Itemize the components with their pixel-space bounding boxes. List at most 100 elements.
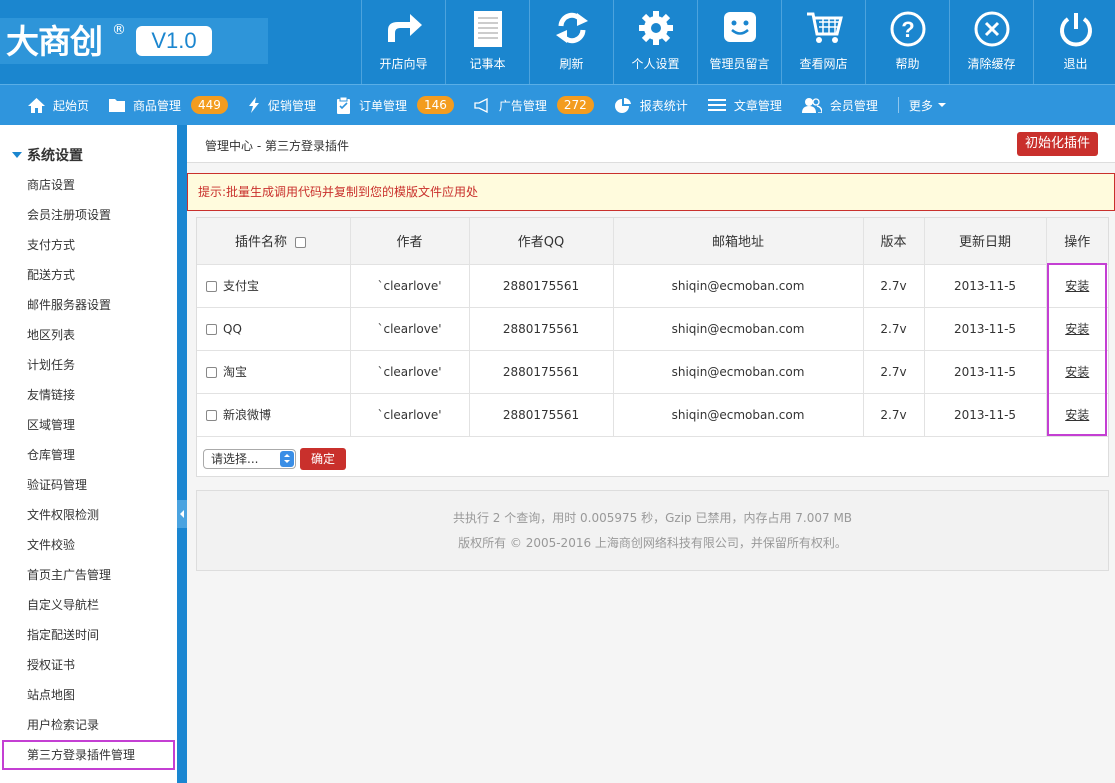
row-checkbox[interactable] <box>206 281 217 292</box>
toolbar-label: 帮助 <box>895 57 920 71</box>
sidebar-menu: 商店设置 会员注册项设置 支付方式 配送方式 邮件服务器设置 地区列表 计划任务… <box>0 170 177 770</box>
sidebar-item[interactable]: 文件权限检测 <box>0 500 177 530</box>
sidebar-item[interactable]: 授权证书 <box>0 650 177 680</box>
install-link[interactable]: 安装 <box>1065 279 1089 293</box>
select-all-checkbox[interactable] <box>295 237 307 249</box>
power-icon <box>1059 13 1092 47</box>
plugin-name: QQ <box>223 321 242 336</box>
breadcrumb-separator: - <box>253 139 265 153</box>
sidebar-item[interactable]: 邮件服务器设置 <box>0 290 177 320</box>
megaphone-icon <box>474 97 488 113</box>
sidebar-item[interactable]: 配送方式 <box>0 260 177 290</box>
sidebar-item[interactable]: 验证码管理 <box>0 470 177 500</box>
sidebar-item-third-party-login-active[interactable]: 第三方登录插件管理 <box>2 740 175 770</box>
cell-plugin-name: 淘宝 <box>197 350 351 394</box>
cell-plugin-name: 新浪微博 <box>197 393 351 437</box>
caret-down-icon <box>12 152 22 158</box>
install-link[interactable]: 安装 <box>1065 408 1089 422</box>
logo: 大商创 ® V1.0 <box>0 18 268 64</box>
nav-orders[interactable]: 订单管理 146 <box>336 96 454 114</box>
sidebar-section-title: 系统设置 <box>27 148 83 164</box>
toolbar-label: 开店向导 <box>379 57 428 71</box>
sidebar-item[interactable]: 计划任务 <box>0 350 177 380</box>
cell-author: `clearlove' <box>350 307 470 351</box>
cell-date: 2013-11-5 <box>924 393 1047 437</box>
col-author-qq: 作者QQ <box>469 218 614 265</box>
sidebar-item[interactable]: 文件校验 <box>0 530 177 560</box>
nav-articles[interactable]: 文章管理 <box>707 97 782 114</box>
sidebar-item[interactable]: 仓库管理 <box>0 440 177 470</box>
cell-action: 安装 <box>1046 307 1108 351</box>
table-row: 新浪微博 `clearlove' 2880175561 shiqin@ecmob… <box>197 393 1108 437</box>
select-value: 请选择... <box>211 452 259 466</box>
cell-qq: 2880175561 <box>469 350 614 394</box>
lightning-icon <box>248 97 259 113</box>
plugin-name: 淘宝 <box>223 365 248 379</box>
nav-home[interactable]: 起始页 <box>28 97 89 114</box>
batch-action-select[interactable]: 请选择... <box>203 449 296 469</box>
sidebar-item[interactable]: 区域管理 <box>0 410 177 440</box>
sidebar-item[interactable]: 地区列表 <box>0 320 177 350</box>
toolbar-admin-message[interactable]: 管理员留言 <box>697 0 781 84</box>
cell-email: shiqin@ecmoban.com <box>613 307 864 351</box>
sidebar-item[interactable]: 商店设置 <box>0 170 177 200</box>
cell-plugin-name: 支付宝 <box>197 264 351 308</box>
breadcrumb-root[interactable]: 管理中心 <box>205 139 253 153</box>
sidebar-item[interactable]: 站点地图 <box>0 680 177 710</box>
table-row: QQ `clearlove' 2880175561 shiqin@ecmoban… <box>197 307 1108 351</box>
cell-version: 2.7v <box>863 307 925 351</box>
sidebar-item[interactable]: 会员注册项设置 <box>0 200 177 230</box>
count-badge: 449 <box>191 96 228 114</box>
install-link[interactable]: 安装 <box>1065 322 1089 336</box>
version-badge: V1.0 <box>136 26 212 56</box>
nav-more[interactable]: 更多 <box>909 97 946 114</box>
sidebar-item[interactable]: 自定义导航栏 <box>0 590 177 620</box>
nav-label: 广告管理 <box>498 98 547 113</box>
toolbar-setup-wizard[interactable]: 开店向导 <box>361 0 445 84</box>
toolbar-personal-settings[interactable]: 个人设置 <box>613 0 697 84</box>
cell-author: `clearlove' <box>350 350 470 394</box>
count-badge: 272 <box>556 96 594 114</box>
cell-version: 2.7v <box>863 350 925 394</box>
nav-members[interactable]: 会员管理 <box>801 97 878 114</box>
sidebar-item[interactable]: 用户检索记录 <box>0 710 177 740</box>
col-version: 版本 <box>863 218 925 265</box>
cell-author: `clearlove' <box>350 264 470 308</box>
toolbar-clear-cache[interactable]: 清除缓存 <box>949 0 1033 84</box>
nav-ads[interactable]: 广告管理 272 <box>474 96 594 114</box>
svg-text:?: ? <box>901 17 914 42</box>
nav-reports[interactable]: 报表统计 <box>614 97 688 114</box>
install-link[interactable]: 安装 <box>1065 365 1089 379</box>
cell-plugin-name: QQ <box>197 307 351 351</box>
select-arrows-icon <box>280 451 294 467</box>
nav-promotion[interactable]: 促销管理 <box>248 97 316 114</box>
nav-label: 起始页 <box>53 98 90 113</box>
toolbar-notepad[interactable]: 记事本 <box>445 0 529 84</box>
sidebar-section-header[interactable]: 系统设置 <box>12 145 83 165</box>
count-badge: 146 <box>416 96 454 114</box>
toolbar-help[interactable]: ? 帮助 <box>865 0 949 84</box>
row-checkbox[interactable] <box>206 410 217 421</box>
row-checkbox[interactable] <box>206 367 217 378</box>
sidebar-collapse-toggle[interactable] <box>177 500 187 528</box>
sidebar-item[interactable]: 友情链接 <box>0 380 177 410</box>
toolbar-view-store[interactable]: 查看网店 <box>781 0 865 84</box>
sidebar-item[interactable]: 首页主广告管理 <box>0 560 177 590</box>
nav-goods[interactable]: 商品管理 449 <box>109 96 228 114</box>
init-plugin-button[interactable]: 初始化插件 <box>1017 132 1098 156</box>
toolbar-logout[interactable]: 退出 <box>1033 0 1115 84</box>
cell-email: shiqin@ecmoban.com <box>613 350 864 394</box>
sidebar-item[interactable]: 指定配送时间 <box>0 620 177 650</box>
plugin-table: 插件名称 作者 作者QQ 邮箱地址 版本 更新日期 操作 支付宝 `clearl… <box>197 218 1108 437</box>
toolbar-refresh[interactable]: 刷新 <box>529 0 613 84</box>
nav-label: 促销管理 <box>267 98 316 113</box>
message-icon <box>723 12 756 42</box>
notepad-icon <box>473 11 502 47</box>
row-checkbox[interactable] <box>206 323 217 335</box>
cell-version: 2.7v <box>863 393 925 437</box>
sidebar-item[interactable]: 支付方式 <box>0 230 177 260</box>
nav-label: 会员管理 <box>829 98 878 113</box>
cell-action: 安装 <box>1046 393 1108 437</box>
confirm-button[interactable]: 确定 <box>300 448 346 470</box>
nav-label: 报表统计 <box>639 98 688 113</box>
